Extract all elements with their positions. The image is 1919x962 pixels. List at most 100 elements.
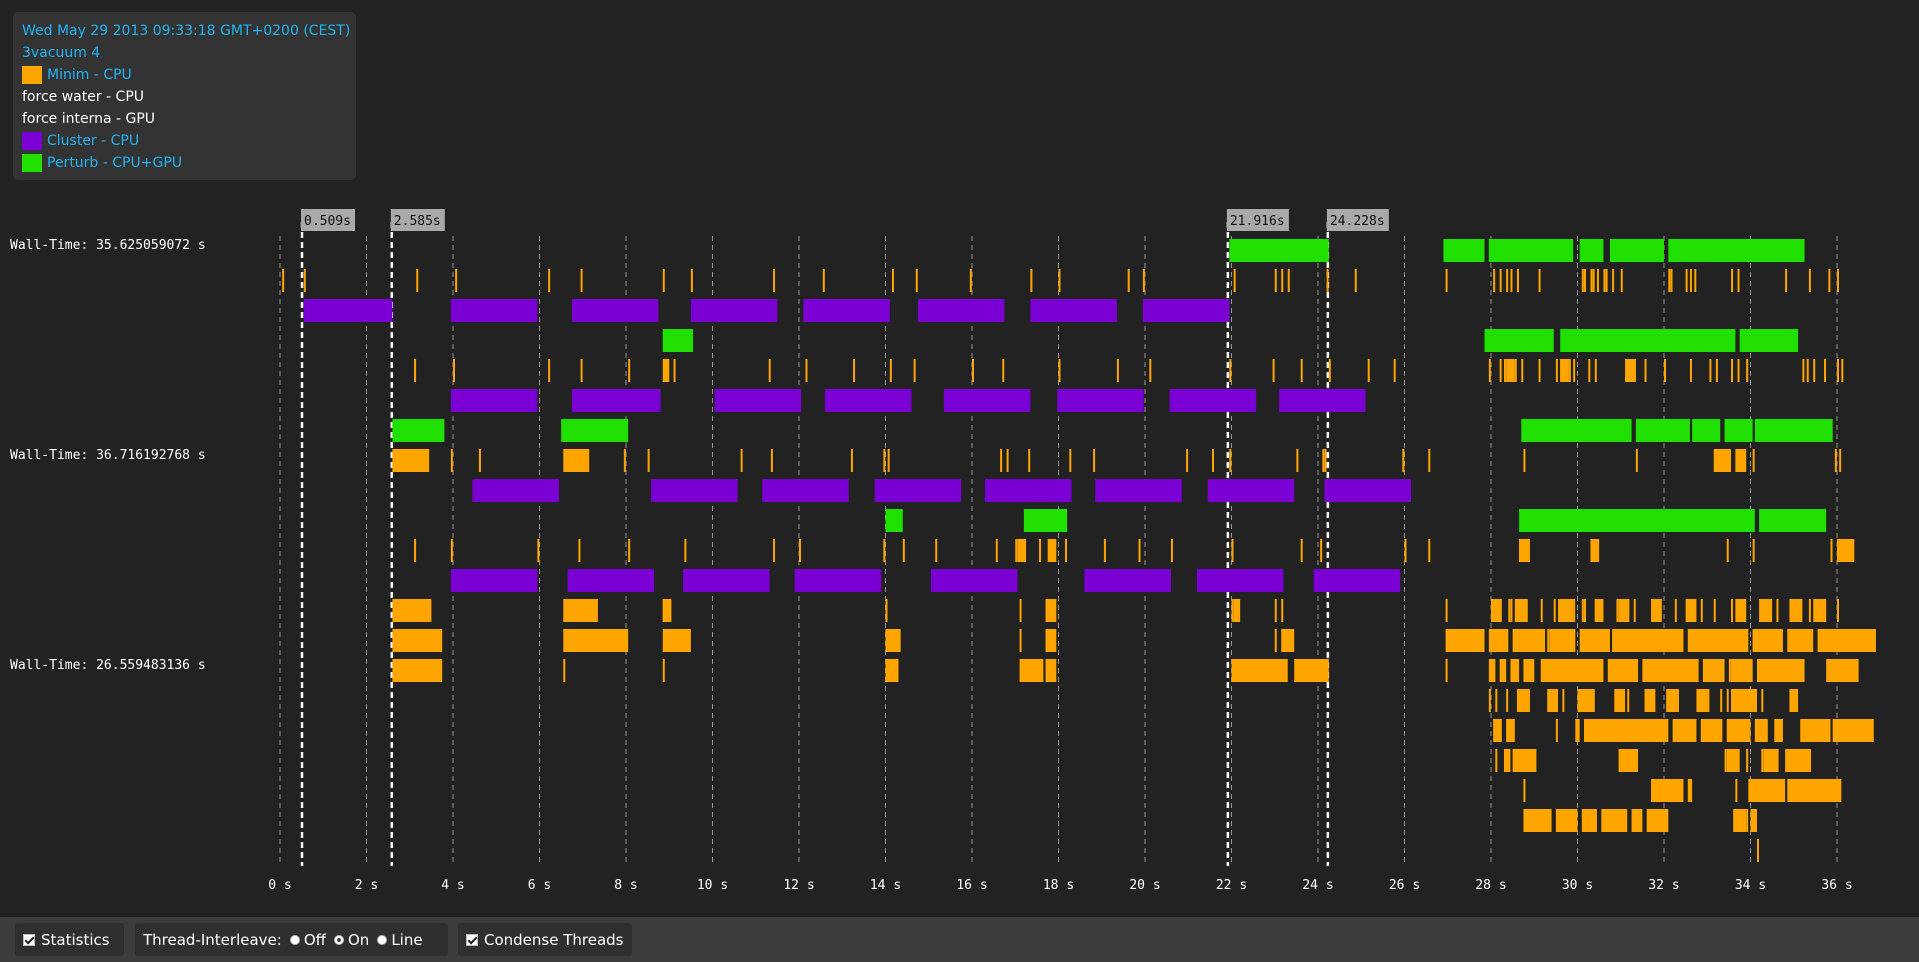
task-bar-cluster	[651, 479, 738, 502]
task-tick-minim	[1837, 269, 1839, 292]
task-bar-minim	[1575, 719, 1580, 742]
task-tick-minim	[1594, 359, 1597, 382]
task-bar-perturb	[1484, 329, 1554, 352]
task-tick-minim	[1633, 599, 1636, 622]
statistics-toggle[interactable]: Statistics	[15, 923, 124, 956]
task-bar-cluster	[917, 299, 1005, 322]
task-tick-minim	[1571, 629, 1574, 652]
task-tick-minim	[1445, 599, 1448, 622]
task-tick-minim	[799, 539, 801, 562]
task-tick-minim	[662, 599, 665, 622]
task-tick-minim	[1015, 539, 1018, 562]
task-tick-minim	[1019, 599, 1022, 622]
task-bar-minim	[1045, 629, 1057, 652]
task-tick-minim	[1274, 599, 1277, 622]
interleave-line-label[interactable]: Line	[391, 931, 422, 949]
task-tick-minim	[1731, 269, 1734, 292]
task-tick-minim	[1287, 269, 1290, 292]
task-tick-minim	[1326, 269, 1329, 292]
task-tick-minim	[915, 269, 918, 292]
task-tick-minim	[1739, 689, 1742, 712]
task-bar-minim	[1651, 779, 1684, 802]
task-bar-minim	[885, 629, 901, 652]
task-tick-minim	[740, 449, 743, 472]
condense-threads-toggle[interactable]: Condense Threads	[458, 923, 632, 956]
task-tick-minim	[1093, 449, 1096, 472]
task-tick-minim	[885, 629, 888, 652]
task-tick-minim	[1493, 659, 1496, 682]
task-bar-cluster	[1313, 569, 1401, 592]
task-bar-minim	[1702, 659, 1725, 682]
task-tick-minim	[1715, 359, 1718, 382]
x-tick-label: 0 s	[268, 878, 291, 893]
task-tick-minim	[1731, 599, 1734, 622]
statistics-checkbox[interactable]	[23, 933, 35, 946]
task-tick-minim	[1231, 599, 1234, 622]
task-tick-minim	[1689, 359, 1692, 382]
task-tick-minim	[1300, 359, 1303, 382]
marker-label: 2.585s	[394, 214, 441, 229]
task-tick-minim	[1272, 359, 1275, 382]
task-tick-minim	[1834, 449, 1837, 472]
wall-time-label: Wall-Time: 26.559483136 s	[10, 658, 206, 673]
task-tick-minim	[1428, 539, 1431, 562]
task-bar-minim	[662, 359, 670, 382]
x-tick-label: 2 s	[355, 878, 378, 893]
task-tick-minim	[1521, 599, 1524, 622]
task-bar-perturb	[1692, 419, 1721, 442]
task-tick-minim	[1709, 359, 1712, 382]
task-tick-minim	[1296, 449, 1299, 472]
task-tick-minim	[1596, 719, 1599, 742]
task-tick-minim	[392, 449, 395, 472]
task-tick-minim	[1581, 659, 1584, 682]
task-tick-minim	[1540, 599, 1543, 622]
task-tick-minim	[1644, 359, 1647, 382]
task-tick-minim	[1709, 659, 1712, 682]
task-tick-minim	[282, 269, 285, 292]
task-bar-perturb	[1443, 239, 1485, 262]
interleave-on-label[interactable]: On	[348, 931, 369, 949]
task-bar-minim	[662, 629, 691, 652]
task-bar-perturb	[1579, 239, 1604, 262]
task-bar-minim	[1294, 659, 1329, 682]
task-tick-minim	[1573, 599, 1576, 622]
task-tick-minim	[1560, 359, 1563, 382]
task-tick-minim	[1116, 359, 1119, 382]
interleave-off-radio[interactable]	[289, 934, 300, 945]
task-bar-minim	[885, 659, 899, 682]
task-bar-minim	[1787, 779, 1842, 802]
task-tick-minim	[1069, 449, 1072, 472]
task-tick-minim	[1737, 359, 1740, 382]
task-tick-minim	[1731, 629, 1734, 652]
interleave-line-radio[interactable]	[377, 934, 388, 945]
task-bar-cluster	[450, 569, 538, 592]
task-tick-minim	[1620, 269, 1623, 292]
task-tick-minim	[853, 359, 856, 382]
task-tick-minim	[1824, 599, 1827, 622]
x-tick-label: 28 s	[1475, 878, 1506, 893]
task-bar-minim	[1733, 809, 1747, 832]
task-tick-minim	[684, 539, 687, 562]
task-tick-minim	[1006, 449, 1009, 472]
task-tick-minim	[1583, 629, 1586, 652]
task-tick-minim	[1670, 269, 1673, 292]
task-bar-minim	[1233, 599, 1241, 622]
task-tick-minim	[1824, 359, 1827, 382]
condense-threads-checkbox[interactable]	[466, 933, 478, 946]
interleave-on-radio[interactable]	[333, 934, 344, 945]
x-tick-label: 34 s	[1735, 878, 1766, 893]
task-bar-minim	[1837, 539, 1855, 562]
task-bar-minim	[1614, 689, 1626, 712]
task-tick-minim	[822, 269, 825, 292]
task-bar-cluster	[567, 569, 655, 592]
interleave-off-label[interactable]: Off	[304, 931, 326, 949]
x-tick-label: 26 s	[1389, 878, 1420, 893]
task-bar-minim	[1642, 659, 1699, 682]
task-tick-minim	[1581, 269, 1584, 292]
task-tick-minim	[773, 269, 776, 292]
task-tick-minim	[1064, 539, 1067, 562]
task-tick-minim	[1542, 659, 1545, 682]
task-tick-minim	[1428, 449, 1431, 472]
task-bar-cluster	[1207, 479, 1295, 502]
task-bar-minim	[1583, 719, 1669, 742]
